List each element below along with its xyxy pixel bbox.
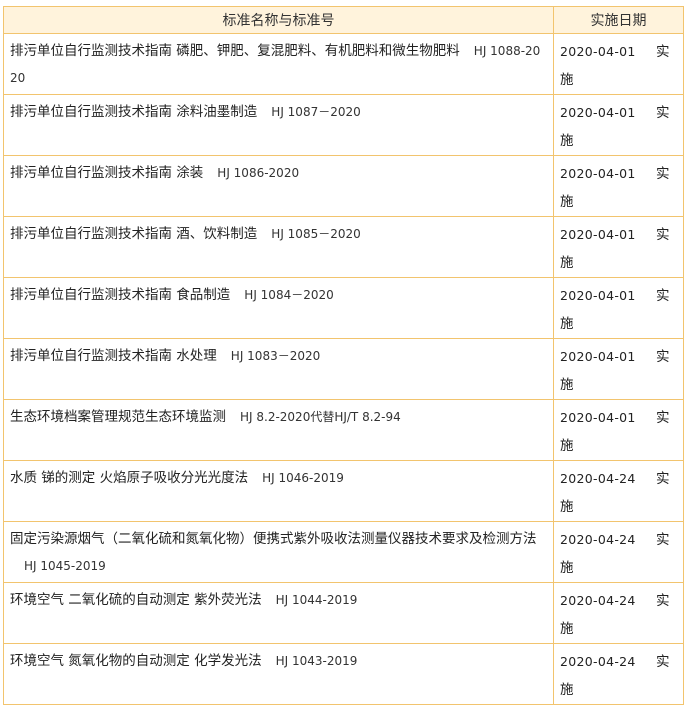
standard-name-cell: 排污单位自行监测技术指南 食品制造 HJ 1084－2020 xyxy=(3,277,554,339)
standard-number: HJ 1083－2020 xyxy=(230,349,321,363)
standard-number: HJ 8.2-2020代替HJ/T 8.2-94 xyxy=(240,410,401,424)
effective-date: 2020-04-01 xyxy=(560,105,636,120)
table-row: 排污单位自行监测技术指南 涂装 HJ 1086-2020 2020-04-01 实施 xyxy=(3,155,684,217)
table-row: 生态环境档案管理规范生态环境监测 HJ 8.2-2020代替HJ/T 8.2-94… xyxy=(3,399,684,461)
effective-date-cell: 2020-04-01 实施 xyxy=(553,216,684,278)
standards-table: 标准名称与标准号 实施日期 排污单位自行监测技术指南 磷肥、钾肥、复混肥料、有机… xyxy=(3,6,684,705)
standard-name: 生态环境档案管理规范生态环境监测 xyxy=(10,409,226,425)
table-row: 环境空气 氮氧化物的自动测定 化学发光法 HJ 1043-2019 2020-04… xyxy=(3,643,684,705)
standard-number: HJ 1044-2019 xyxy=(275,593,358,607)
standard-number: HJ 1043-2019 xyxy=(275,654,358,668)
effective-date: 2020-04-01 xyxy=(560,166,636,181)
standard-name: 排污单位自行监测技术指南 酒、饮料制造 xyxy=(10,226,258,242)
standard-name-cell: 排污单位自行监测技术指南 涂装 HJ 1086-2020 xyxy=(3,155,554,217)
effective-date-cell: 2020-04-01 实施 xyxy=(553,338,684,400)
table-row: 排污单位自行监测技术指南 酒、饮料制造 HJ 1085－2020 2020-04-… xyxy=(3,216,684,278)
table-row: 排污单位自行监测技术指南 涂料油墨制造 HJ 1087－2020 2020-04-… xyxy=(3,94,684,156)
effective-date: 2020-04-24 xyxy=(560,654,636,669)
standard-number: HJ 1084－2020 xyxy=(244,288,334,302)
standard-name-cell: 固定污染源烟气（二氧化硫和氮氧化物）便携式紫外吸收法测量仪器技术要求及检测方法 H… xyxy=(3,521,554,583)
standard-name-cell: 水质 锑的测定 火焰原子吸收分光光度法 HJ 1046-2019 xyxy=(3,460,554,522)
standard-name-cell: 排污单位自行监测技术指南 涂料油墨制造 HJ 1087－2020 xyxy=(3,94,554,156)
table-row: 排污单位自行监测技术指南 水处理 HJ 1083－2020 2020-04-01 实… xyxy=(3,338,684,400)
standard-name-cell: 环境空气 二氧化硫的自动测定 紫外荧光法 HJ 1044-2019 xyxy=(3,582,554,644)
standard-name: 水质 锑的测定 火焰原子吸收分光光度法 xyxy=(10,470,249,486)
standard-name: 排污单位自行监测技术指南 食品制造 xyxy=(10,287,231,303)
effective-date: 2020-04-01 xyxy=(560,288,636,303)
effective-date: 2020-04-24 xyxy=(560,471,636,486)
effective-date-cell: 2020-04-01 实施 xyxy=(553,155,684,217)
effective-date-cell: 2020-04-01 实施 xyxy=(553,33,684,95)
effective-date-cell: 2020-04-24 实施 xyxy=(553,521,684,583)
standard-name: 环境空气 氮氧化物的自动测定 化学发光法 xyxy=(10,653,262,669)
effective-date: 2020-04-01 xyxy=(560,44,636,59)
standard-name-cell: 排污单位自行监测技术指南 磷肥、钾肥、复混肥料、有机肥料和微生物肥料 HJ 108… xyxy=(3,33,554,95)
standard-number: HJ 1087－2020 xyxy=(271,105,361,119)
header-row: 标准名称与标准号 实施日期 xyxy=(3,6,684,34)
standard-name: 固定污染源烟气（二氧化硫和氮氧化物）便携式紫外吸收法测量仪器技术要求及检测方法 xyxy=(10,531,537,547)
standard-name: 环境空气 二氧化硫的自动测定 紫外荧光法 xyxy=(10,592,262,608)
effective-date-cell: 2020-04-01 实施 xyxy=(553,94,684,156)
effective-date: 2020-04-24 xyxy=(560,593,636,608)
effective-date: 2020-04-01 xyxy=(560,349,636,364)
effective-date: 2020-04-01 xyxy=(560,410,636,425)
header-standard-name: 标准名称与标准号 xyxy=(3,6,554,34)
standard-name-cell: 环境空气 氮氧化物的自动测定 化学发光法 HJ 1043-2019 xyxy=(3,643,554,705)
effective-date-cell: 2020-04-01 实施 xyxy=(553,399,684,461)
effective-date-cell: 2020-04-24 实施 xyxy=(553,460,684,522)
table-row: 排污单位自行监测技术指南 食品制造 HJ 1084－2020 2020-04-01… xyxy=(3,277,684,339)
standard-name-cell: 生态环境档案管理规范生态环境监测 HJ 8.2-2020代替HJ/T 8.2-94 xyxy=(3,399,554,461)
effective-date-cell: 2020-04-01 实施 xyxy=(553,277,684,339)
standard-number: HJ 1086-2020 xyxy=(217,166,300,180)
effective-date-cell: 2020-04-24 实施 xyxy=(553,582,684,644)
standard-number: HJ 1045-2019 xyxy=(24,559,106,573)
standard-number: HJ 1046-2019 xyxy=(262,471,344,485)
standard-name-cell: 排污单位自行监测技术指南 酒、饮料制造 HJ 1085－2020 xyxy=(3,216,554,278)
standard-name-cell: 排污单位自行监测技术指南 水处理 HJ 1083－2020 xyxy=(3,338,554,400)
standard-name: 排污单位自行监测技术指南 水处理 xyxy=(10,348,217,364)
effective-date: 2020-04-24 xyxy=(560,532,636,547)
effective-date-cell: 2020-04-24 实施 xyxy=(553,643,684,705)
table-row: 水质 锑的测定 火焰原子吸收分光光度法 HJ 1046-2019 2020-04-… xyxy=(3,460,684,522)
header-effective-date: 实施日期 xyxy=(553,6,684,34)
table-row: 排污单位自行监测技术指南 磷肥、钾肥、复混肥料、有机肥料和微生物肥料 HJ 108… xyxy=(3,33,684,95)
standard-number: HJ 1085－2020 xyxy=(271,227,361,241)
effective-date: 2020-04-01 xyxy=(560,227,636,242)
standard-name: 排污单位自行监测技术指南 涂料油墨制造 xyxy=(10,104,258,120)
table-row: 环境空气 二氧化硫的自动测定 紫外荧光法 HJ 1044-2019 2020-04… xyxy=(3,582,684,644)
standard-name: 排污单位自行监测技术指南 磷肥、钾肥、复混肥料、有机肥料和微生物肥料 xyxy=(10,43,460,59)
standard-name: 排污单位自行监测技术指南 涂装 xyxy=(10,165,204,181)
table-row: 固定污染源烟气（二氧化硫和氮氧化物）便携式紫外吸收法测量仪器技术要求及检测方法 H… xyxy=(3,521,684,583)
